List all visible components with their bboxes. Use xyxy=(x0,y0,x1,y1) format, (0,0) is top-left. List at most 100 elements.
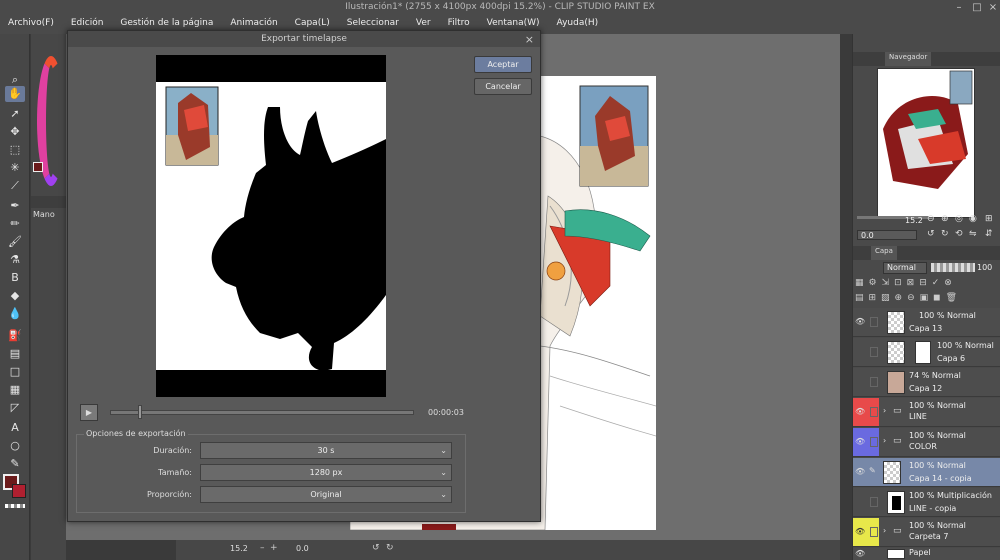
layer-name: COLOR xyxy=(909,442,937,451)
eraser-tool-icon[interactable]: ◆ xyxy=(5,288,25,304)
sub-color-swatch[interactable] xyxy=(12,484,26,498)
airbrush-tool-icon[interactable]: ⚗ xyxy=(5,252,25,268)
timeline-slider[interactable] xyxy=(110,410,414,415)
layer-row-line[interactable]: 👁 › ▭ 100 % Normal LINE xyxy=(853,398,1000,427)
layer-name: Capa 13 xyxy=(909,324,943,333)
folder-expand-icon[interactable]: › xyxy=(883,436,886,445)
zoom-out-icon[interactable]: – xyxy=(260,543,265,553)
layer-row-line-copia[interactable]: 100 % Multiplicación LINE - copia xyxy=(853,488,1000,517)
visibility-eye-icon[interactable]: 👁 xyxy=(855,527,865,537)
decoration-tool-icon[interactable]: B xyxy=(5,270,25,286)
play-button[interactable]: ▶ xyxy=(80,404,98,421)
zoom-in-icon[interactable]: + xyxy=(270,543,278,553)
nav-100-icon[interactable]: ◉ xyxy=(969,214,977,224)
tab-layer[interactable]: Capa xyxy=(871,246,897,260)
visibility-eye-icon[interactable]: 👁 xyxy=(855,407,865,417)
lock-toggle[interactable] xyxy=(870,407,878,417)
visibility-eye-icon[interactable]: 👁 xyxy=(855,467,865,477)
nav-flip-h-icon[interactable]: ⇋ xyxy=(969,229,977,239)
status-rotation[interactable]: 0.0 xyxy=(296,544,309,553)
transparent-color-swatch[interactable] xyxy=(5,504,25,508)
magic-wand-icon[interactable]: ✳ xyxy=(5,160,25,176)
tool-column: ⌕ ✋ ➚ ✥ ⬚ ✳ ⟋ ✒ ✏ 🖌 ⚗ B ◆ 💧 ⛽ ▤ □ ▦ ◸ A … xyxy=(0,34,30,560)
lock-toggle[interactable] xyxy=(870,497,878,507)
menu-archivo[interactable]: Archivo(F) xyxy=(0,16,63,34)
visibility-eye-icon[interactable]: 👁 xyxy=(855,317,865,327)
layer-row-papel[interactable]: 👁 Papel xyxy=(853,548,1000,560)
rotate-left-icon[interactable]: ↺ xyxy=(372,543,380,553)
brush-tool-icon[interactable]: 🖌 xyxy=(5,234,25,250)
layer-row-capa14-copia[interactable]: 👁 ✎ 100 % Normal Capa 14 - copia xyxy=(853,458,1000,487)
frame-tool-icon[interactable]: ▦ xyxy=(5,382,25,398)
close-icon[interactable]: × xyxy=(986,2,1000,14)
timeline-slider-handle[interactable] xyxy=(138,405,142,419)
dialog-close-icon[interactable]: × xyxy=(525,33,534,46)
cancel-button[interactable]: Cancelar xyxy=(474,78,532,95)
fill-tool-icon[interactable]: ⛽ xyxy=(5,328,25,344)
hand-tool-icon[interactable]: ✋ xyxy=(5,86,25,102)
nav-zoom-in-icon[interactable]: ⊕ xyxy=(941,214,949,224)
visibility-eye-icon[interactable]: 👁 xyxy=(855,437,865,447)
move-tool-icon[interactable]: ✥ xyxy=(5,124,25,140)
blend-mode-select[interactable]: Normal xyxy=(883,262,927,274)
play-icon: ▶ xyxy=(85,408,93,417)
layer-row-capa12[interactable]: 74 % Normal Capa 12 xyxy=(853,368,1000,397)
layer-thumbnail xyxy=(883,461,901,484)
ratio-select[interactable]: Original ⌄ xyxy=(200,486,452,503)
folder-expand-icon[interactable]: › xyxy=(883,526,886,535)
timecode-display: 00:00:03 xyxy=(428,408,464,417)
nav-rotate-right-icon[interactable]: ↻ xyxy=(941,229,949,239)
nav-flip-icon[interactable]: ⊞ xyxy=(985,214,993,224)
eyedropper-icon[interactable]: ⟋ xyxy=(5,178,25,194)
layer-mode: 100 % Normal xyxy=(919,311,976,320)
layer-name: Capa 6 xyxy=(937,354,966,363)
layer-row-capa13[interactable]: 👁 100 % Normal Capa 13 xyxy=(853,308,1000,337)
lock-toggle[interactable] xyxy=(870,347,878,357)
tab-navigator[interactable]: Navegador xyxy=(885,52,932,66)
lock-toggle[interactable] xyxy=(870,437,878,447)
nav-reset-rotation-icon[interactable]: ⟲ xyxy=(955,229,963,239)
opacity-value[interactable]: 100 xyxy=(977,263,992,272)
layer-mode: 100 % Normal xyxy=(909,521,966,530)
duration-select[interactable]: 30 s ⌄ xyxy=(200,442,452,459)
minimize-icon[interactable]: – xyxy=(952,2,966,14)
navigator-preview[interactable] xyxy=(877,68,975,218)
gradient-tool-icon[interactable]: ▤ xyxy=(5,346,25,362)
figure-tool-icon[interactable]: □ xyxy=(5,364,25,380)
layer-tools-row-1[interactable]: ▦⚙⇲⊡⊠⊟✓⊗ xyxy=(855,278,999,290)
layer-row-carpeta7[interactable]: 👁 › ▭ 100 % Normal Carpeta 7 xyxy=(853,518,1000,547)
rotate-right-icon[interactable]: ↻ xyxy=(386,543,394,553)
layer-tools-row-2[interactable]: ▤⊞▧⊕⊖▣◼🗑 xyxy=(855,293,999,305)
layer-row-color[interactable]: 👁 › ▭ 100 % Normal COLOR xyxy=(853,428,1000,457)
mini-main-color[interactable] xyxy=(33,162,43,172)
opacity-slider[interactable] xyxy=(931,263,975,272)
layer-name: Capa 12 xyxy=(909,384,943,393)
accept-button[interactable]: Aceptar xyxy=(474,56,532,73)
selection-tool-icon[interactable]: ⬚ xyxy=(5,142,25,158)
nav-zoom-value[interactable]: 15.2 xyxy=(905,216,923,225)
pen-tool-icon[interactable]: ✒ xyxy=(5,198,25,214)
nav-zoom-out-icon[interactable]: ⊖ xyxy=(927,214,935,224)
nav-flip-v-icon[interactable]: ⇵ xyxy=(985,229,993,239)
layer-mode: 100 % Normal xyxy=(909,461,966,470)
folder-expand-icon[interactable]: › xyxy=(883,406,886,415)
lock-toggle[interactable] xyxy=(870,317,878,327)
size-select[interactable]: 1280 px ⌄ xyxy=(200,464,452,481)
timelapse-preview xyxy=(156,55,386,397)
operation-tool-icon[interactable]: ➚ xyxy=(5,106,25,122)
status-zoom[interactable]: 15.2 xyxy=(230,544,248,553)
blend-tool-icon[interactable]: 💧 xyxy=(5,306,25,322)
pencil-tool-icon[interactable]: ✏ xyxy=(5,216,25,232)
ruler-tool-icon[interactable]: ◸ xyxy=(5,400,25,416)
text-tool-icon[interactable]: A xyxy=(5,420,25,436)
correct-line-tool-icon[interactable]: ✎ xyxy=(5,456,25,472)
layer-row-capa6[interactable]: 100 % Normal Capa 6 xyxy=(853,338,1000,367)
nav-rotate-left-icon[interactable]: ↺ xyxy=(927,229,935,239)
menu-ayuda[interactable]: Ayuda(H) xyxy=(549,16,608,34)
lock-toggle[interactable] xyxy=(870,377,878,387)
nav-fit-icon[interactable]: ◎ xyxy=(955,214,963,224)
balloon-tool-icon[interactable]: ○ xyxy=(5,438,25,454)
lock-toggle[interactable] xyxy=(870,527,878,537)
maximize-icon[interactable]: □ xyxy=(970,2,984,14)
visibility-eye-icon[interactable]: 👁 xyxy=(855,549,865,559)
